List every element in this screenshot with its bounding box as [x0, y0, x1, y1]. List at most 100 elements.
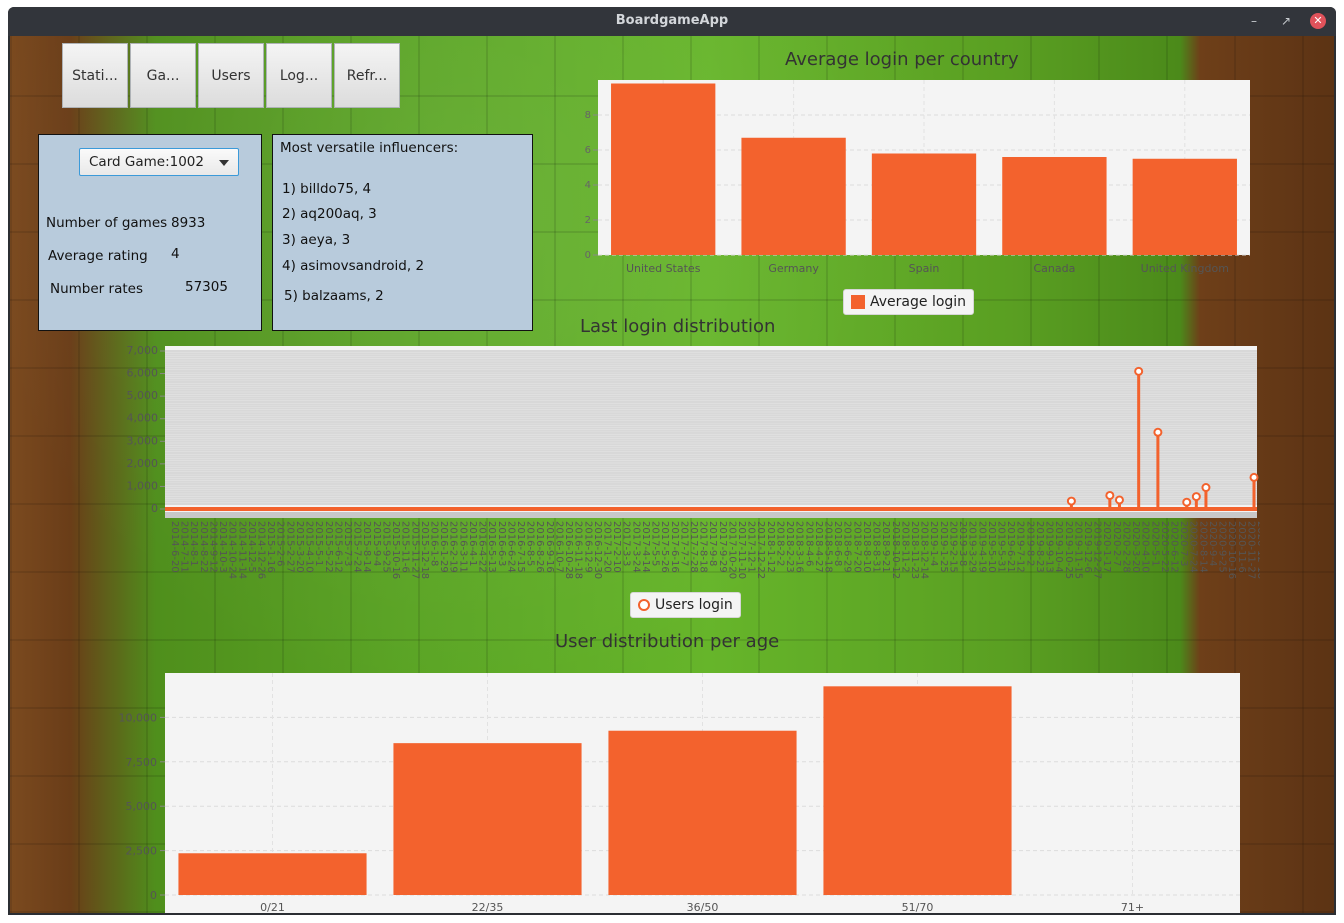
- x-axis-band: [165, 512, 1257, 518]
- x-tick-label: 2019-3-8: [957, 521, 968, 566]
- x-tick-label: 2020-5-1: [1149, 521, 1160, 566]
- y-tick-label: 4,000: [127, 412, 159, 425]
- x-tick-label: 2016-9-16: [544, 521, 555, 573]
- x-tick-label: 2019-5-31: [996, 521, 1007, 573]
- country-login-chart: 0 2 4 6 8 United States Germany Spain Canada Unit…: [585, 80, 1250, 275]
- x-tick-label: 2016-6-3: [496, 521, 507, 566]
- y-tick-label: 6: [585, 145, 591, 156]
- x-tick-label: 2018-4-27: [813, 521, 824, 573]
- last-login-chart: 0 1,000 2,000 3,000 4,000 5,000 6,000 7,000 2014…: [127, 346, 1260, 579]
- x-tick-label: 2018-12-14: [919, 521, 930, 579]
- data-point: [1153, 427, 1163, 437]
- bar: [823, 686, 1012, 895]
- data-point: [1201, 483, 1211, 493]
- y-tick-label: 2: [585, 215, 591, 226]
- close-icon[interactable]: ✕: [1310, 13, 1326, 29]
- x-tick-label: 2015-11-27: [409, 521, 420, 579]
- refresh-button[interactable]: Refr...: [334, 43, 400, 108]
- x-tick-label: 2017-9-8: [707, 521, 718, 566]
- x-tick-label: 2014-12-26: [255, 521, 266, 579]
- x-tick-label: 2017-7-28: [688, 521, 699, 573]
- login-chart-legend: Users login: [630, 592, 741, 618]
- x-tick-label: 51/70: [902, 901, 934, 913]
- x-tick-label: 2015-2-27: [284, 521, 295, 573]
- x-tick-label: 2018-5-18: [823, 521, 834, 573]
- x-tick-label: 2016-1-8: [428, 521, 439, 566]
- x-tick-label: 2017-9-29: [717, 521, 728, 573]
- x-tick-label: 2020-10-16: [1226, 521, 1237, 579]
- x-tick-label: 2018-6-29: [842, 521, 853, 573]
- x-tick-label: 2015-3-20: [294, 521, 305, 573]
- x-tick-label: 2019-5-10: [986, 521, 997, 573]
- game-stats-panel: Card Game:1002 Number of games 8933 Aver…: [38, 134, 262, 331]
- x-tick-label: 2017-1-20: [601, 521, 612, 573]
- maximize-icon[interactable]: ↗: [1278, 13, 1294, 29]
- x-tick-label: 2015-6-12: [332, 521, 343, 573]
- x-tick-label: 2016-6-24: [505, 521, 516, 573]
- x-tick-label: 2015-5-22: [323, 521, 334, 573]
- x-tick-label: 2016-12-9: [582, 521, 593, 573]
- main-content: Stati... Ga... Users Log... Refr... Card…: [10, 36, 1334, 913]
- x-tick-label: 2014-8-1: [188, 521, 199, 566]
- game-select-dropdown[interactable]: Card Game:1002: [79, 148, 239, 176]
- y-tick-label: 2,500: [126, 845, 158, 858]
- x-tick-label: 2016-3-11: [457, 521, 468, 573]
- x-tick-label: 2015-4-10: [304, 521, 315, 573]
- x-tick-label: 2020-2-7: [1111, 521, 1122, 566]
- stat-value: 57305: [185, 279, 228, 295]
- x-tick-label: 2016-1-29: [438, 521, 449, 573]
- x-tick-label: 2014-6-20: [169, 521, 180, 573]
- x-tick-label: 2016-4-22: [477, 521, 488, 573]
- games-button[interactable]: Ga...: [130, 43, 196, 108]
- x-tick-label: 2015-10-16: [390, 521, 401, 579]
- y-tick-label: 3,000: [127, 434, 159, 447]
- login-button[interactable]: Log...: [266, 43, 332, 108]
- users-button[interactable]: Users: [198, 43, 264, 108]
- x-tick-label: 2015-12-18: [419, 521, 430, 579]
- x-tick-label: 2018-4-6: [803, 521, 814, 566]
- x-tick-label: 2020-5-22: [1159, 521, 1170, 573]
- x-tick-label: 2015-11-6: [400, 521, 411, 573]
- x-tick-label: 2016-10-28: [563, 521, 574, 579]
- data-point: [1066, 496, 1076, 506]
- age-distribution-chart: 0 2,500 5,000 7,500 10,000 0/21 22/35 36/50 51/7…: [119, 673, 1240, 913]
- x-tick-label: 2015-7-24: [352, 521, 363, 573]
- x-tick-label: 2019-10-25: [1063, 521, 1074, 579]
- x-tick-label: 2016-7-15: [515, 521, 526, 573]
- x-tick-label: Germany: [768, 262, 819, 275]
- x-tick-label: 2019-12-27: [1092, 521, 1103, 579]
- legend-swatch: [851, 295, 865, 309]
- bar: [178, 853, 367, 895]
- x-tick-label: 2020-11-6: [1236, 521, 1247, 573]
- x-tick-label: 2017-12-1: [746, 521, 757, 573]
- x-tick-label: 2016-12-30: [592, 521, 603, 579]
- x-tick-label: 2014-7-11: [179, 521, 190, 573]
- x-tick-label: 2017-10-20: [726, 521, 737, 579]
- x-tick-label: 2019-1-25: [938, 521, 949, 573]
- x-tick-label: 2016-10-7: [553, 521, 564, 573]
- minimize-icon[interactable]: –: [1246, 13, 1262, 29]
- y-tick-label: 5,000: [126, 800, 158, 813]
- x-tick-label: Spain: [909, 262, 940, 275]
- y-tick-label: 4: [585, 180, 591, 191]
- stat-label: Number rates: [50, 281, 143, 297]
- x-tick-label: 2020-2-28: [1120, 521, 1131, 573]
- bar: [608, 730, 797, 895]
- x-tick-label: 2020-3-20: [1130, 521, 1141, 573]
- x-tick-label: 2015-8-14: [361, 521, 372, 573]
- app-window: BoardgameApp – ↗ ✕ Stati... Ga... Users …: [8, 7, 1336, 915]
- x-tick-label: 2014-10-3: [217, 521, 228, 573]
- data-point: [1182, 497, 1192, 507]
- x-tick-label: 2017-7-7: [678, 521, 689, 566]
- login-chart-title: Last login distribution: [580, 316, 776, 337]
- influencer-item: 4) asimovsandroid, 2: [282, 258, 425, 274]
- influencer-item: 5) balzaams, 2: [284, 288, 384, 304]
- stat-value: 4: [171, 246, 180, 262]
- x-tick-label: 2019-9-13: [1044, 521, 1055, 573]
- x-tick-label: 2018-10-12: [890, 521, 901, 579]
- x-tick-label: 2020-9-25: [1217, 521, 1228, 573]
- x-tick-label: 2019-1-4: [928, 521, 939, 566]
- age-chart-title: User distribution per age: [555, 631, 780, 652]
- bar: [1132, 158, 1237, 255]
- statistics-button[interactable]: Stati...: [62, 43, 128, 108]
